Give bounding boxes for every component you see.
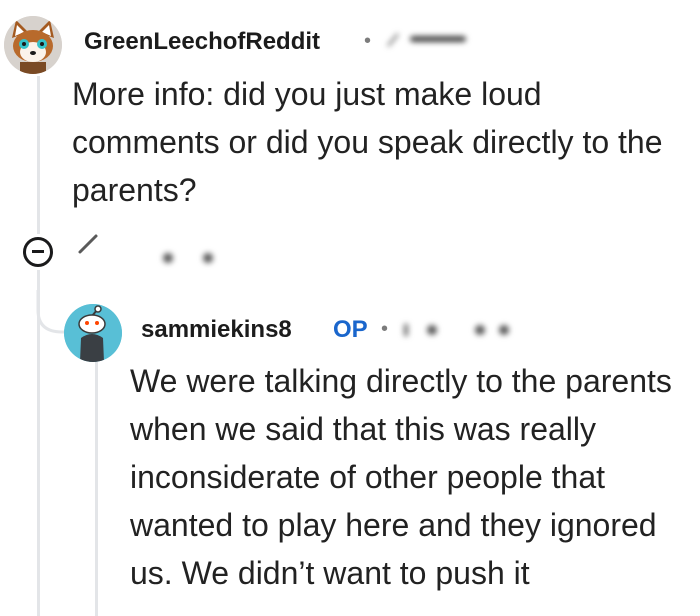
op-badge: OP (333, 316, 368, 343)
collapse-thread-button[interactable] (23, 237, 53, 267)
edit-icon[interactable] (76, 230, 102, 256)
avatar[interactable] (64, 304, 122, 362)
meta-separator: • (381, 318, 389, 340)
thread-line-main (37, 76, 40, 234)
comment-body: We were talking directly to the parents … (130, 363, 672, 591)
snoo-avatar-icon (64, 304, 122, 362)
blurred-meta (400, 318, 520, 345)
comment-body: More info: did you just make loud commen… (72, 76, 663, 208)
blurred-actions (154, 248, 224, 273)
avatar[interactable] (4, 16, 62, 74)
meta-separator: • (364, 30, 372, 52)
comment-author[interactable]: GreenLeechofReddit (84, 28, 320, 56)
blurred-meta (384, 28, 470, 55)
fox-avatar-icon (4, 16, 62, 74)
thread-line-reply (95, 360, 98, 616)
comment-author[interactable]: sammiekins8 (141, 316, 292, 344)
